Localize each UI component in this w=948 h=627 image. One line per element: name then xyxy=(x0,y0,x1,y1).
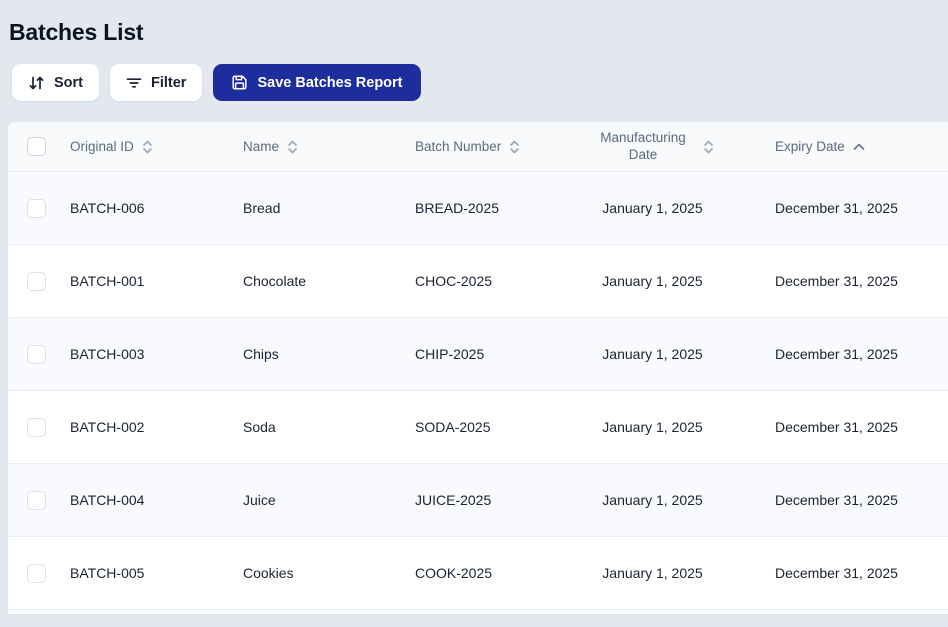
row-checkbox[interactable] xyxy=(26,344,46,364)
filter-button[interactable]: Filter xyxy=(110,64,203,101)
column-label: Expiry Date xyxy=(775,139,845,154)
column-header-original-id[interactable]: Original ID xyxy=(64,122,236,171)
column-label: Batch Number xyxy=(415,139,502,154)
cell-expiry-date: December 31, 2025 xyxy=(775,419,898,435)
table-row: BATCH-002 Soda SODA-2025 January 1, 2025… xyxy=(8,391,948,464)
cell-batch-number: SODA-2025 xyxy=(415,419,491,435)
page-title: Batches List xyxy=(9,19,144,45)
cell-name: Bread xyxy=(243,200,281,216)
cell-name: Chocolate xyxy=(243,273,307,289)
cell-manufacturing-date: January 1, 2025 xyxy=(602,565,703,581)
cell-batch-number: COOK-2025 xyxy=(415,565,493,581)
column-label: Manufacturing Date xyxy=(600,129,686,162)
cell-manufacturing-date: January 1, 2025 xyxy=(602,200,703,216)
cell-manufacturing-date: January 1, 2025 xyxy=(602,419,703,435)
row-select-cell xyxy=(8,537,64,609)
cell-original-id: BATCH-001 xyxy=(70,273,145,289)
row-select-cell xyxy=(8,172,64,244)
table-row: BATCH-001 Chocolate CHOC-2025 January 1,… xyxy=(8,245,948,318)
sort-chevrons-icon xyxy=(287,140,298,154)
column-header-manufacturing-date[interactable]: Manufacturing Date xyxy=(560,122,745,171)
cell-original-id: BATCH-005 xyxy=(70,565,145,581)
cell-manufacturing-date: January 1, 2025 xyxy=(602,273,703,289)
save-batches-report-label: Save Batches Report xyxy=(257,74,403,91)
sort-chevrons-icon xyxy=(703,140,714,154)
row-checkbox[interactable] xyxy=(26,271,46,291)
cell-original-id: BATCH-004 xyxy=(70,492,145,508)
row-checkbox[interactable] xyxy=(26,417,46,437)
row-select-cell xyxy=(8,318,64,390)
sort-ascending-icon xyxy=(853,143,865,151)
filter-button-label: Filter xyxy=(151,74,187,91)
table-header-row: Original ID Name Batch Number Manufactur… xyxy=(8,122,948,172)
cell-name: Juice xyxy=(243,492,276,508)
row-checkbox[interactable] xyxy=(26,563,46,583)
sort-button-label: Sort xyxy=(54,74,83,91)
column-header-batch-number[interactable]: Batch Number xyxy=(408,122,560,171)
cell-expiry-date: December 31, 2025 xyxy=(775,492,898,508)
row-select-cell xyxy=(8,391,64,463)
table-row-partial xyxy=(8,610,948,614)
cell-batch-number: CHIP-2025 xyxy=(415,346,485,362)
column-label: Name xyxy=(243,139,280,154)
cell-expiry-date: December 31, 2025 xyxy=(775,273,898,289)
cell-batch-number: BREAD-2025 xyxy=(415,200,500,216)
floppy-disk-icon xyxy=(231,74,248,91)
cell-original-id: BATCH-006 xyxy=(70,200,145,216)
table-row: BATCH-006 Bread BREAD-2025 January 1, 20… xyxy=(8,172,948,245)
column-header-name[interactable]: Name xyxy=(236,122,408,171)
cell-manufacturing-date: January 1, 2025 xyxy=(602,346,703,362)
table-row: BATCH-005 Cookies COOK-2025 January 1, 2… xyxy=(8,537,948,610)
cell-expiry-date: December 31, 2025 xyxy=(775,200,898,216)
filter-lines-icon xyxy=(126,76,142,90)
batches-table: Original ID Name Batch Number Manufactur… xyxy=(8,122,948,614)
column-header-expiry-date[interactable]: Expiry Date xyxy=(745,122,948,171)
select-all-cell xyxy=(8,122,64,171)
sort-chevrons-icon xyxy=(509,140,520,154)
row-select-cell xyxy=(8,245,64,317)
sort-chevrons-icon xyxy=(142,140,153,154)
row-select-cell xyxy=(8,464,64,536)
cell-original-id: BATCH-002 xyxy=(70,419,145,435)
table-row: BATCH-004 Juice JUICE-2025 January 1, 20… xyxy=(8,464,948,537)
table-body: BATCH-006 Bread BREAD-2025 January 1, 20… xyxy=(8,172,948,614)
cell-manufacturing-date: January 1, 2025 xyxy=(602,492,703,508)
select-all-checkbox[interactable] xyxy=(26,137,46,156)
sort-button[interactable]: Sort xyxy=(12,64,99,101)
table-row: BATCH-003 Chips CHIP-2025 January 1, 202… xyxy=(8,318,948,391)
cell-name: Soda xyxy=(243,419,276,435)
cell-original-id: BATCH-003 xyxy=(70,346,145,362)
cell-name: Cookies xyxy=(243,565,294,581)
row-checkbox[interactable] xyxy=(26,490,46,510)
cell-name: Chips xyxy=(243,346,279,362)
cell-expiry-date: December 31, 2025 xyxy=(775,346,898,362)
row-checkbox[interactable] xyxy=(26,198,46,218)
save-batches-report-button[interactable]: Save Batches Report xyxy=(213,64,421,101)
column-label: Original ID xyxy=(70,139,134,154)
arrows-up-down-icon xyxy=(28,75,45,91)
cell-batch-number: CHOC-2025 xyxy=(415,273,493,289)
cell-expiry-date: December 31, 2025 xyxy=(775,565,898,581)
cell-batch-number: JUICE-2025 xyxy=(415,492,492,508)
toolbar: Sort Filter Save Batches Report xyxy=(12,64,948,101)
